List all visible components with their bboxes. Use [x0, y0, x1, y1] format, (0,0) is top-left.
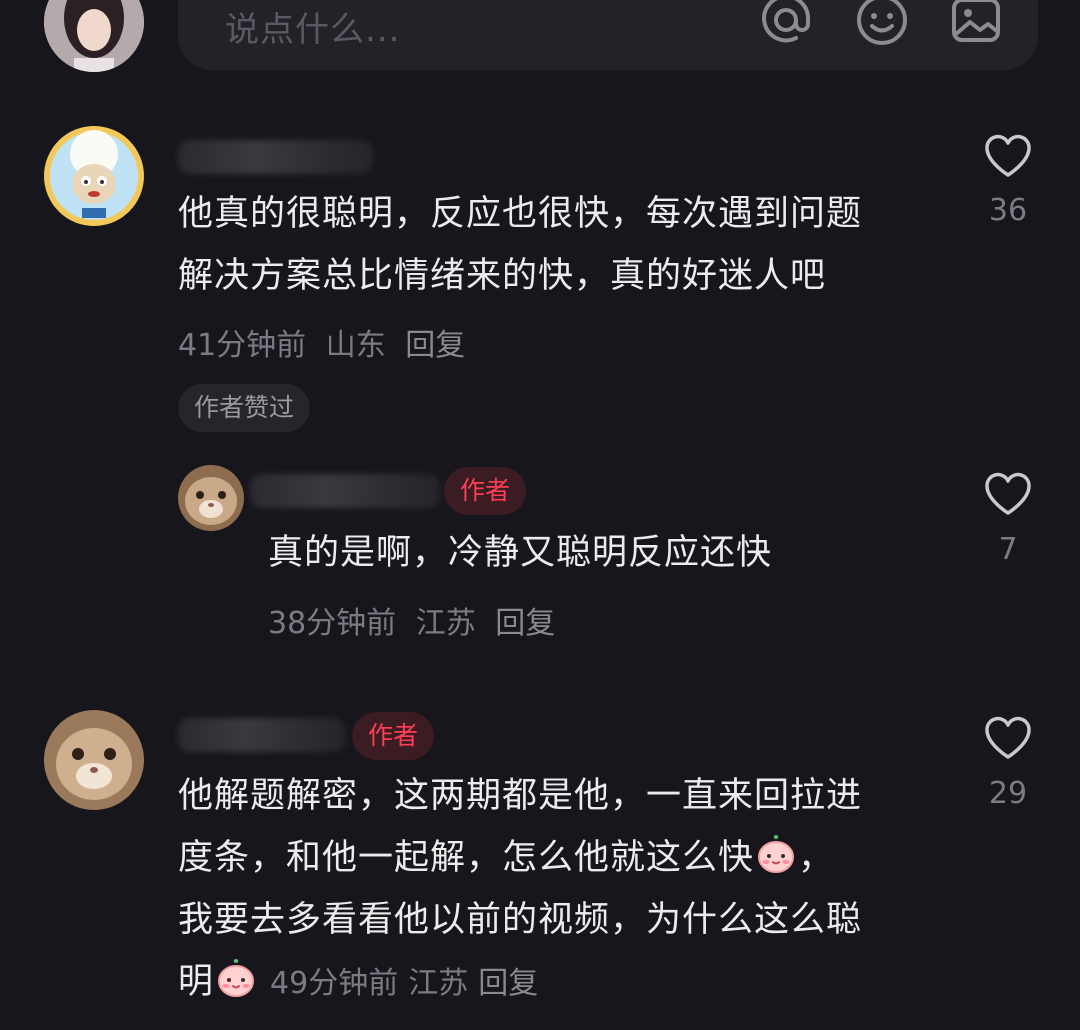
- author-badge: 作者: [444, 467, 527, 515]
- reply-button[interactable]: 回复: [478, 966, 538, 1001]
- comment-meta: 49分钟前 江苏 回复: [270, 966, 548, 1001]
- username-blurred[interactable]: [178, 718, 346, 752]
- heart-icon[interactable]: [983, 471, 1033, 517]
- avatar[interactable]: [178, 465, 244, 531]
- heart-icon[interactable]: [983, 715, 1033, 761]
- like-count: 29: [988, 776, 1028, 811]
- username-blurred[interactable]: [178, 140, 373, 174]
- heart-icon[interactable]: [983, 133, 1033, 179]
- comment-text-fragment: ，: [798, 838, 835, 878]
- reply-location: 江苏: [415, 606, 476, 641]
- comment-input-bar[interactable]: 说点什么...: [178, 0, 1038, 70]
- comment-text-line: 解决方案总比情绪来的快，真的好迷人吧: [178, 256, 827, 296]
- author-liked-tag: 作者赞过: [178, 384, 311, 432]
- comment-time: 41分钟前: [178, 328, 307, 363]
- reply-time: 38分钟前: [268, 606, 397, 641]
- comment-location: 江苏: [408, 966, 469, 1001]
- comment-meta: 41分钟前 山东 回复: [178, 320, 475, 364]
- comment-location: 山东: [325, 328, 386, 363]
- comment-section: 说点什么... 他真的很聪明，反应也很快，每次遇到问题 解决方案总比情绪来的快，…: [0, 0, 1080, 1030]
- at-mention-icon[interactable]: [758, 0, 814, 48]
- author-badge: 作者: [352, 712, 435, 760]
- image-icon[interactable]: [948, 0, 1004, 48]
- comment-text-line: 明 49分钟前 江苏 回复: [178, 951, 862, 1015]
- comment-text: 他真的很聪明，反应也很快，每次遇到问题 解决方案总比情绪来的快，真的好迷人吧: [178, 183, 862, 307]
- avatar[interactable]: [44, 710, 144, 810]
- reply-button[interactable]: 回复: [405, 328, 465, 363]
- emoji-icon[interactable]: [854, 0, 910, 48]
- like-count: 36: [988, 193, 1028, 228]
- comment-input-placeholder[interactable]: 说点什么...: [225, 2, 400, 51]
- comment-text: 他解题解密，这两期都是他，一直来回拉进 度条，和他一起解，怎么他就这么快 ， 我要…: [178, 765, 862, 1015]
- comment-text-line: 我要去多看看他以前的视频，为什么这么聪: [178, 900, 863, 940]
- comment-text-line: 他真的很聪明，反应也很快，每次遇到问题: [178, 194, 863, 234]
- comment-text-line: 度条，和他一起解，怎么他就这么快 ，: [178, 827, 862, 889]
- blush-face-emoji-icon: [754, 831, 798, 875]
- reply-meta: 38分钟前 江苏 回复: [268, 598, 565, 642]
- avatar[interactable]: [44, 126, 144, 226]
- blush-face-emoji-icon: [214, 955, 258, 999]
- reply-button[interactable]: 回复: [495, 606, 555, 641]
- comment-text-fragment: 度条，和他一起解，怎么他就这么快: [178, 838, 755, 878]
- like-count: 7: [998, 532, 1018, 567]
- reply-text: 真的是啊，冷静又聪明反应还快: [268, 533, 773, 573]
- comment-time: 49分钟前: [270, 966, 399, 1001]
- comment-text-fragment: 明: [178, 962, 215, 1002]
- username-blurred[interactable]: [250, 474, 440, 508]
- my-avatar[interactable]: [44, 0, 144, 72]
- comment-text-line: 他解题解密，这两期都是他，一直来回拉进: [178, 776, 863, 816]
